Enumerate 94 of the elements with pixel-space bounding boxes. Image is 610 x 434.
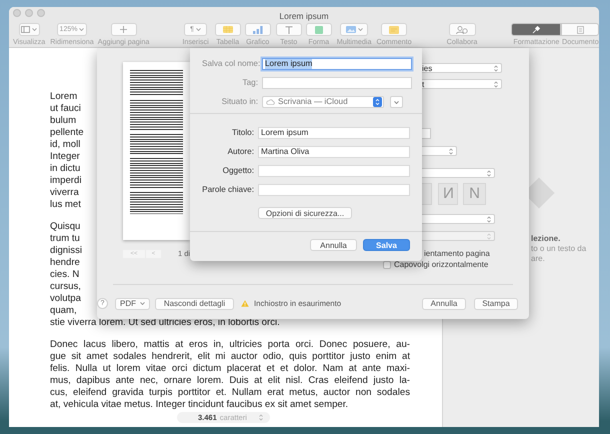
shape-button[interactable] [306,23,332,36]
input-field[interactable] [258,165,410,177]
stepper-icon [449,148,453,154]
text-line: volutpa [50,293,81,305]
input-field[interactable] [262,77,412,89]
minimize-button[interactable] [25,9,33,17]
field-label: Salva col nome: [202,58,258,70]
text-line: hendre [50,257,80,269]
popup-menu[interactable] [420,168,495,178]
view-button[interactable] [18,23,40,36]
text-line: Integer [50,151,80,163]
note-icon [389,26,400,34]
stepper-icon [373,97,382,107]
stepper-icon [494,80,498,88]
field-label: Titolo: [231,127,254,139]
document-tab[interactable] [561,23,599,36]
text-line: id, moll [50,139,80,151]
picture-icon [346,26,356,33]
option-label: ientamento pagina [424,249,491,258]
plus-icon [120,26,128,33]
text-line: cursus, [50,281,81,293]
inspector-text: lezione. [531,234,562,244]
input-field[interactable]: Lorem ipsum [262,58,412,70]
media-button[interactable] [340,23,368,36]
text-line: in dictu [50,163,80,175]
warning-icon [241,300,249,307]
security-options-button[interactable]: Opzioni di sicurezza... [258,207,352,219]
text-line: lus met [50,199,81,211]
window-title: Lorem ipsum [279,11,329,21]
text-line: viverra [50,187,79,199]
location-popup[interactable]: Scrivania — iCloud [262,96,384,108]
chevron-down-icon [79,28,84,31]
table-button[interactable] [214,23,241,36]
text-icon [284,26,293,34]
document-icon [576,26,584,34]
popup-menu[interactable] [420,214,495,224]
stepper-icon [487,170,491,176]
inspector-text: are. [531,254,546,264]
cancel-button[interactable]: Annulla [310,239,357,251]
input-field[interactable] [258,184,410,196]
orientation-glyph: N [469,186,480,202]
text-line: pellente [50,127,84,139]
text-box-button[interactable] [276,23,302,36]
text-line: dignissi [50,245,82,257]
chart-button[interactable] [244,23,271,36]
text-line: imperdi [50,175,82,187]
orientation-glyph: N [442,186,454,202]
field-label: Tag: [242,77,258,89]
field-label: Situato in: [220,96,258,108]
chevron-down-icon [32,28,38,31]
stepper-icon [494,64,498,72]
cloud-icon [266,99,275,105]
field-label: Autore: [226,146,254,158]
add-page-button[interactable] [110,23,137,36]
chevron-down-icon [358,28,363,31]
checkbox-label: Capovolgi orizzontalmente [394,260,488,269]
input-field[interactable]: Martina Oliva [258,146,410,158]
comment-button[interactable] [381,23,408,36]
text-line: trum tu [50,233,80,245]
field-label: Oggetto: [222,165,254,177]
text-line: Lorem [50,91,78,103]
pdf-menu-button[interactable]: PDF [115,298,150,310]
text-line: bulum [50,115,76,127]
chevron-down-icon [394,100,399,104]
hide-details-button[interactable]: Nascondi dettagli [155,298,234,310]
stepper-icon [487,232,491,240]
expand-button[interactable] [390,96,403,108]
cancel-button[interactable]: Annulla [422,298,466,310]
format-tab[interactable] [511,23,562,36]
stepper-icon [487,216,491,222]
stepper-icon [258,414,263,421]
person-plus-icon [456,26,468,34]
zoom-button[interactable] [37,9,45,17]
text-line: Quisqu [50,221,80,233]
popup-menu[interactable]: ies [420,63,502,73]
inspector-text: to o un testo da [531,244,588,254]
text-line: cies. N [50,269,80,281]
text-line: quam, [50,305,77,317]
brush-icon [532,26,540,34]
print-button[interactable]: Stampa [474,298,518,310]
sidebar-icon [21,26,30,33]
chevron-down-icon [196,28,201,31]
popup-menu[interactable]: t [420,79,502,89]
field-label: Parole chiave: [202,184,254,196]
text-line: ut fauci [50,103,81,115]
chevron-down-icon [140,302,145,305]
square-icon [314,26,323,34]
paragraph: Donec lacus libero, mattis at eros in, ultricies porta orci. Donec posuere, au- gue sit amet sodales hendrerit, elit mi auctor odio, quis porttitor justo enim at felis. Nulla ut lorem vitae orci dictum placerat et et dolor. Nam at ante maxi- mus, dapibus ante nec, ornare lorem. Duis at elit nisl. Cras eleifend justo la- cus, eleifend gravida turpis porttitor et. Nullam erat metus, auctor non sodales at, vehicula vitae metus. Integer tincidunt faucibus ex sit amet semper. [50,339,410,411]
collaborate-button[interactable] [448,23,476,36]
close-button[interactable] [13,9,21,17]
input-field[interactable]: Lorem ipsum [258,127,410,139]
table-icon [222,26,233,33]
popup-menu[interactable] [420,146,457,156]
bar-chart-icon [252,26,263,34]
